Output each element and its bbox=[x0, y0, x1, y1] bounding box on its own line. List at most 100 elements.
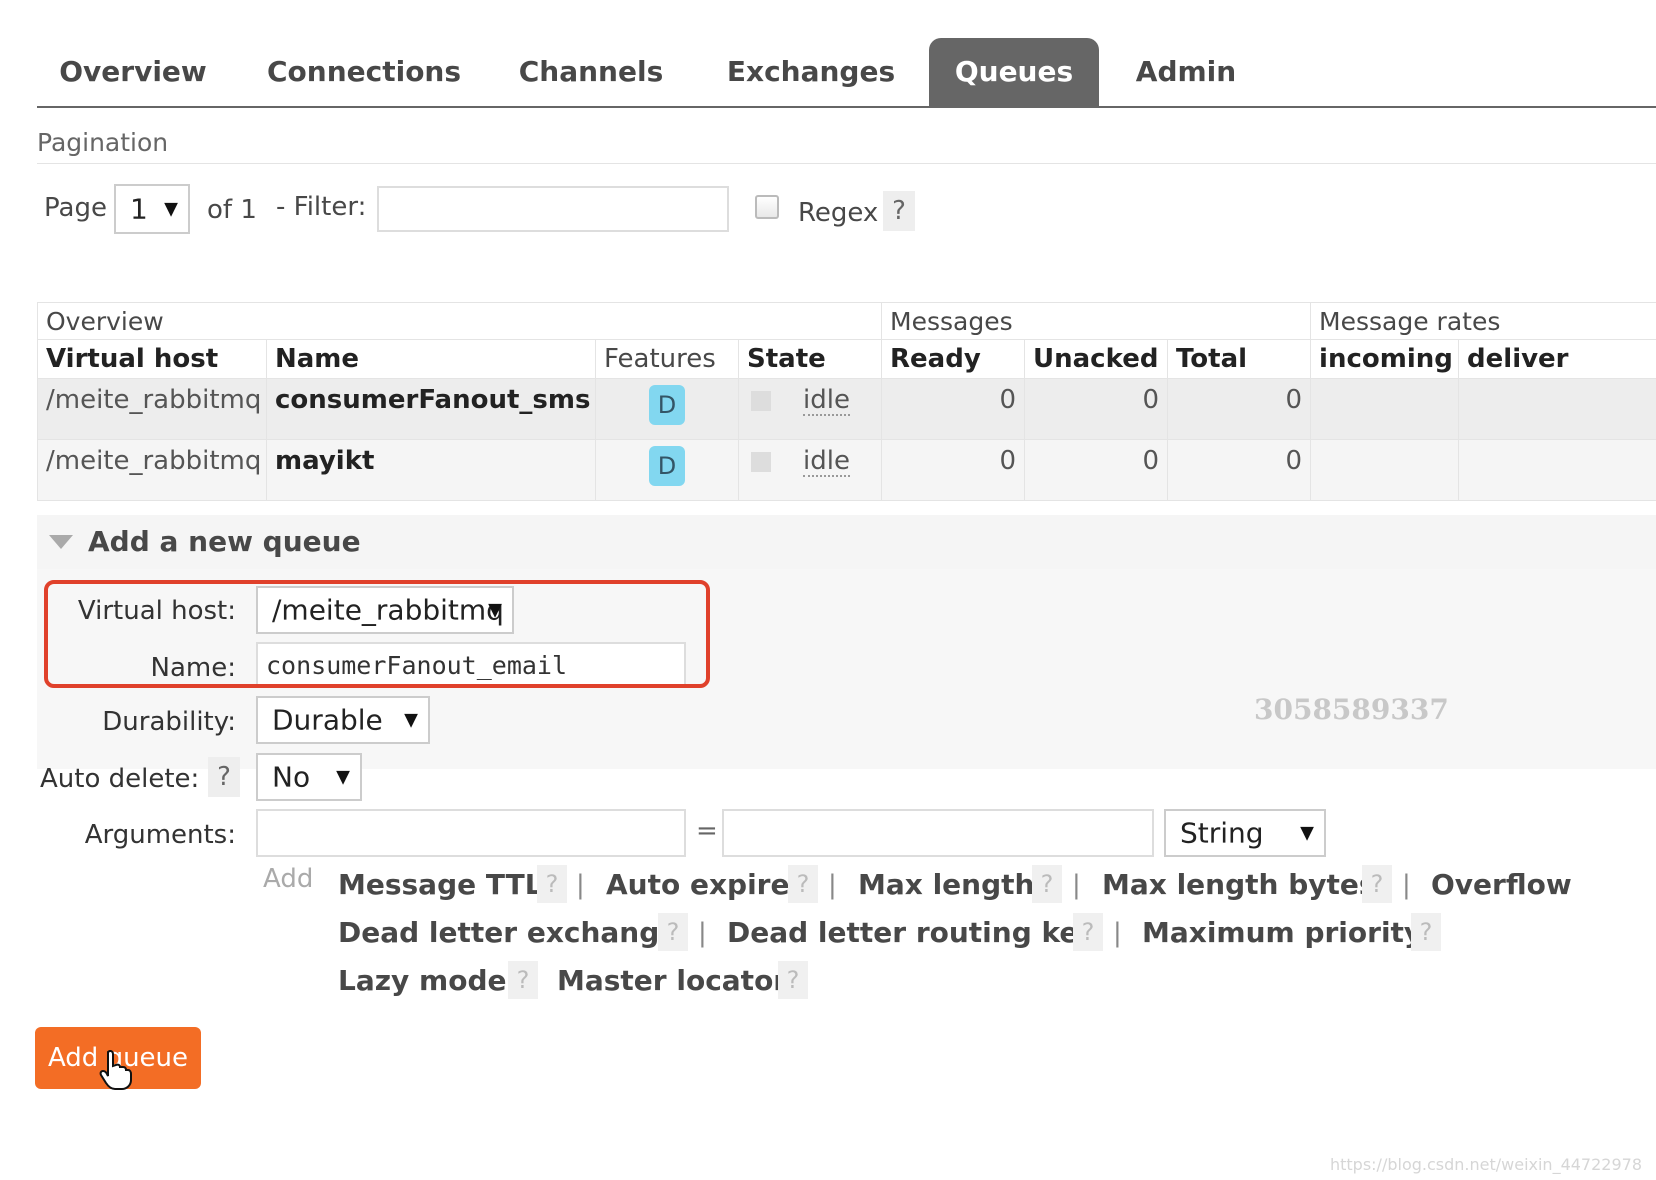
separator: | bbox=[1113, 918, 1122, 948]
dead-letter-routing-key-help-icon[interactable]: ? bbox=[1073, 913, 1103, 951]
hand-cursor-icon bbox=[99, 1050, 132, 1090]
max-length-bytes-help-icon[interactable]: ? bbox=[1362, 865, 1392, 903]
table-row[interactable]: /meite_rabbitmq mayikt D idle 0 0 0 bbox=[37, 439, 1656, 501]
add-queue-section-toggle[interactable]: Add a new queue bbox=[37, 515, 1656, 569]
option-lazy-mode[interactable]: Lazy mode bbox=[338, 964, 506, 997]
row-total: 0 bbox=[1167, 378, 1312, 440]
message-ttl-help-icon[interactable]: ? bbox=[537, 865, 567, 903]
regex-label: Regex bbox=[798, 198, 879, 228]
option-maximum-priority[interactable]: Maximum priority bbox=[1142, 916, 1422, 949]
auto-expire-help-icon[interactable]: ? bbox=[788, 865, 818, 903]
row-virtual-host: /meite_rabbitmq bbox=[37, 378, 267, 440]
argument-type-value: String bbox=[1180, 816, 1264, 850]
auto-delete-label: Auto delete: bbox=[40, 764, 200, 794]
equals-sign: = bbox=[696, 816, 718, 846]
tab-queues[interactable]: Queues bbox=[929, 38, 1099, 106]
idle-state-icon bbox=[751, 390, 771, 411]
option-message-ttl[interactable]: Message TTL bbox=[338, 868, 543, 901]
arguments-label: Arguments: bbox=[84, 820, 236, 850]
highlight-annotation bbox=[44, 580, 710, 688]
option-auto-expire[interactable]: Auto expire bbox=[606, 868, 789, 901]
row-state: idle bbox=[737, 378, 883, 440]
option-dead-letter-routing-key[interactable]: Dead letter routing key bbox=[727, 916, 1097, 949]
tab-exchanges[interactable]: Exchanges bbox=[713, 38, 909, 106]
column-header-virtual-host[interactable]: Virtual host bbox=[37, 339, 267, 379]
tab-connections[interactable]: Connections bbox=[255, 38, 473, 106]
pagination-heading[interactable]: Pagination bbox=[37, 125, 1656, 164]
row-features: D bbox=[595, 378, 739, 440]
table-group-messages: Messages bbox=[881, 302, 1312, 340]
chevron-down-icon: ▼ bbox=[336, 766, 350, 788]
master-locator-help-icon[interactable]: ? bbox=[778, 961, 808, 999]
regex-help-icon[interactable]: ? bbox=[883, 191, 915, 231]
auto-delete-help-icon[interactable]: ? bbox=[208, 757, 240, 797]
row-incoming bbox=[1310, 378, 1460, 440]
chevron-down-icon: ▼ bbox=[404, 709, 418, 731]
row-total: 0 bbox=[1167, 439, 1312, 501]
argument-key-input[interactable] bbox=[256, 809, 686, 857]
auto-delete-select[interactable]: No ▼ bbox=[256, 753, 362, 801]
durable-badge[interactable]: D bbox=[649, 385, 685, 425]
table-group-overview: Overview bbox=[36, 302, 883, 340]
page-label: Page bbox=[44, 193, 107, 223]
chevron-down-icon: ▼ bbox=[164, 198, 178, 220]
row-deliver bbox=[1458, 439, 1656, 501]
separator: | bbox=[576, 870, 585, 900]
watermark-number: 3058589337 bbox=[1254, 693, 1449, 726]
tab-overview[interactable]: Overview bbox=[43, 38, 223, 106]
row-deliver bbox=[1458, 378, 1656, 440]
row-virtual-host: /meite_rabbitmq bbox=[37, 439, 267, 501]
durable-badge[interactable]: D bbox=[649, 446, 685, 486]
option-overflow[interactable]: Overflow bbox=[1431, 868, 1572, 901]
dead-letter-exchange-help-icon[interactable]: ? bbox=[658, 913, 688, 951]
column-header-incoming[interactable]: incoming bbox=[1310, 339, 1460, 379]
column-header-unacked[interactable]: Unacked bbox=[1024, 339, 1169, 379]
max-length-help-icon[interactable]: ? bbox=[1032, 865, 1062, 903]
row-state-text: idle bbox=[803, 385, 850, 416]
row-state-text: idle bbox=[803, 446, 850, 477]
main-tab-bar: Overview Connections Channels Exchanges … bbox=[37, 38, 1656, 108]
option-max-length-bytes[interactable]: Max length bytes bbox=[1102, 868, 1376, 901]
durability-label: Durability: bbox=[102, 707, 236, 737]
page-select[interactable]: 1 ▼ bbox=[114, 184, 190, 234]
table-group-message-rates: Message rates bbox=[1310, 302, 1656, 340]
column-header-ready[interactable]: Ready bbox=[881, 339, 1026, 379]
chevron-down-icon: ▼ bbox=[1300, 822, 1314, 844]
table-row[interactable]: /meite_rabbitmq consumerFanout_sms D idl… bbox=[37, 378, 1656, 440]
row-incoming bbox=[1310, 439, 1460, 501]
maximum-priority-help-icon[interactable]: ? bbox=[1411, 913, 1441, 951]
row-state: idle bbox=[737, 439, 883, 501]
add-queue-title: Add a new queue bbox=[88, 525, 361, 558]
lazy-mode-help-icon[interactable]: ? bbox=[508, 961, 538, 999]
filter-input[interactable] bbox=[377, 186, 729, 232]
column-header-total[interactable]: Total bbox=[1167, 339, 1312, 379]
column-header-state[interactable]: State bbox=[737, 339, 883, 379]
regex-checkbox[interactable] bbox=[755, 195, 779, 219]
option-master-locator[interactable]: Master locator bbox=[557, 964, 787, 997]
column-header-features: Features bbox=[595, 339, 739, 379]
row-unacked: 0 bbox=[1024, 378, 1169, 440]
tab-admin[interactable]: Admin bbox=[1123, 38, 1249, 106]
argument-type-select[interactable]: String ▼ bbox=[1164, 809, 1326, 857]
idle-state-icon bbox=[751, 451, 771, 472]
argument-value-input[interactable] bbox=[722, 809, 1154, 857]
durability-select-value: Durable bbox=[272, 703, 383, 737]
durability-select[interactable]: Durable ▼ bbox=[256, 696, 430, 744]
row-features: D bbox=[595, 439, 739, 501]
add-argument-label: Add bbox=[263, 864, 314, 894]
separator: | bbox=[1072, 870, 1081, 900]
row-queue-name-link[interactable]: consumerFanout_sms bbox=[266, 378, 596, 440]
option-max-length[interactable]: Max length bbox=[858, 868, 1034, 901]
column-header-deliver[interactable]: deliver bbox=[1458, 339, 1656, 379]
row-unacked: 0 bbox=[1024, 439, 1169, 501]
filter-label: - Filter: bbox=[276, 192, 367, 222]
separator: | bbox=[698, 918, 707, 948]
tab-channels[interactable]: Channels bbox=[505, 38, 677, 106]
row-queue-name-link[interactable]: mayikt bbox=[266, 439, 596, 501]
auto-delete-select-value: No bbox=[272, 760, 311, 794]
column-header-name[interactable]: Name bbox=[266, 339, 596, 379]
page-count-label: of 1 bbox=[207, 195, 257, 225]
separator: | bbox=[1402, 870, 1411, 900]
option-dead-letter-exchange[interactable]: Dead letter exchange bbox=[338, 916, 678, 949]
page-select-value: 1 bbox=[130, 192, 148, 226]
